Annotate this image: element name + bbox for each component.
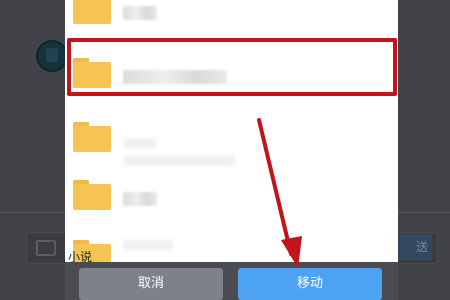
folder-meta-redacted (123, 156, 235, 166)
dialog-footer: 取消 移动 (65, 262, 398, 300)
avatar (36, 40, 68, 72)
background-folder-icon (36, 240, 56, 256)
move-button[interactable]: 移动 (238, 268, 382, 300)
folder-name-redacted (123, 6, 157, 20)
folder-icon (73, 122, 111, 152)
folder-row[interactable] (65, 108, 398, 168)
folder-name-redacted (123, 138, 157, 148)
folder-icon (73, 180, 111, 210)
cancel-button[interactable]: 取消 (79, 268, 223, 300)
selected-folder-highlight (67, 38, 397, 96)
folder-row[interactable] (65, 166, 398, 226)
folder-name-redacted (123, 240, 173, 250)
folder-icon (73, 0, 111, 24)
folder-row[interactable] (65, 0, 398, 40)
folder-name-redacted (123, 192, 157, 206)
